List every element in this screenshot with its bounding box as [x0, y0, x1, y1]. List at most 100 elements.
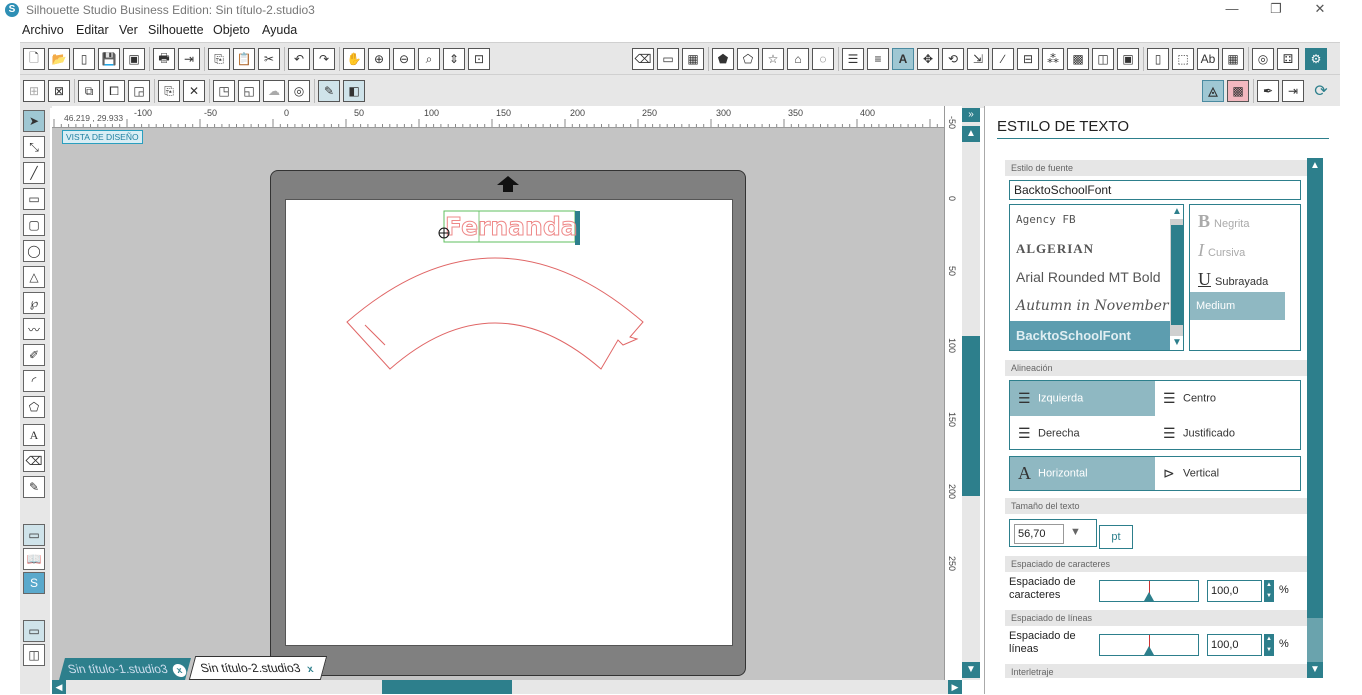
- knife-icon[interactable]: ✎: [318, 80, 340, 102]
- font-item-backtoschool[interactable]: BacktoSchoolFont: [1010, 321, 1170, 350]
- page-setup-icon[interactable]: ▭: [657, 48, 679, 70]
- undo-icon[interactable]: ↶: [288, 48, 310, 70]
- offset-rings-icon[interactable]: ◎: [288, 80, 310, 102]
- text-tool-icon[interactable]: A: [23, 424, 45, 446]
- layout-grid-icon[interactable]: ▦: [1222, 48, 1244, 70]
- print-icon[interactable]: 🖶: [153, 48, 175, 70]
- cut-settings-icon[interactable]: ☰: [842, 48, 864, 70]
- text-style-icon[interactable]: A: [892, 48, 914, 70]
- scroll-up-icon[interactable]: ▲: [962, 126, 980, 142]
- shear-icon[interactable]: ∕: [992, 48, 1014, 70]
- tab-sin-titulo-2[interactable]: Sin título-2.studio3 x: [188, 656, 328, 681]
- text-size-dropdown-icon[interactable]: ▼: [1070, 526, 1081, 538]
- horizontal-scroll-thumb[interactable]: [382, 680, 512, 694]
- open-folder-icon[interactable]: 📂: [48, 48, 70, 70]
- font-ab-icon[interactable]: Ab: [1197, 48, 1219, 70]
- bring-to-front-icon[interactable]: ◳: [213, 80, 235, 102]
- knife-tool-icon[interactable]: ✎: [23, 476, 45, 498]
- single-view-icon[interactable]: ▭: [23, 620, 45, 642]
- edge-icon[interactable]: ◧: [343, 80, 365, 102]
- font-list-scrollbar[interactable]: ▲ ▼: [1170, 205, 1183, 350]
- horizontal-button[interactable]: A Horizontal: [1010, 457, 1155, 490]
- make-compound-icon[interactable]: ⧉: [78, 80, 100, 102]
- send-to-back-icon[interactable]: ◱: [238, 80, 260, 102]
- save-icon[interactable]: 💾: [98, 48, 120, 70]
- panel-scroll-thumb[interactable]: [1307, 618, 1323, 662]
- fit-to-page-icon[interactable]: ⊡: [468, 48, 490, 70]
- menu-editar[interactable]: Editar: [76, 23, 109, 37]
- zoom-out-icon[interactable]: ⊖: [393, 48, 415, 70]
- curve-tool-icon[interactable]: ℘: [23, 292, 45, 314]
- cut-view-icon[interactable]: ▩: [1227, 80, 1249, 102]
- library-book-icon[interactable]: 📖: [23, 548, 45, 570]
- medium-option[interactable]: Medium: [1190, 292, 1285, 320]
- font-item-arial-rounded[interactable]: Arial Rounded MT Bold: [1010, 263, 1170, 292]
- line-color-icon[interactable]: ⌂: [787, 48, 809, 70]
- line-tool-icon[interactable]: ╱: [23, 162, 45, 184]
- design-page-icon[interactable]: ▭: [23, 524, 45, 546]
- scroll-left-icon[interactable]: ◀: [52, 680, 66, 694]
- bold-option[interactable]: B Negrita: [1198, 211, 1249, 232]
- cut-lines-icon[interactable]: ≡: [867, 48, 889, 70]
- ellipse-tool-icon[interactable]: ◯: [23, 240, 45, 262]
- rotate-icon[interactable]: ⟲: [942, 48, 964, 70]
- font-scroll-thumb[interactable]: [1171, 225, 1183, 325]
- menu-silhouette[interactable]: Silhouette: [148, 23, 204, 37]
- cut-icon[interactable]: ✂: [258, 48, 280, 70]
- redo-icon[interactable]: ↷: [313, 48, 335, 70]
- modify-icon[interactable]: ▩: [1067, 48, 1089, 70]
- rectangle-tool-icon[interactable]: ▭: [23, 188, 45, 210]
- rhinestone-icon[interactable]: ◎: [1252, 48, 1274, 70]
- align-center-button[interactable]: ☰ Centro: [1155, 381, 1300, 416]
- font-name-input[interactable]: BacktoSchoolFont: [1009, 180, 1301, 200]
- italic-option[interactable]: I Cursiva: [1198, 240, 1245, 261]
- offset-icon[interactable]: ◫: [1092, 48, 1114, 70]
- scroll-right-icon[interactable]: ▶: [948, 680, 962, 694]
- menu-objeto[interactable]: Objeto: [213, 23, 250, 37]
- zoom-drag-icon[interactable]: ⇕: [443, 48, 465, 70]
- canvas-vertical-scrollbar[interactable]: » ▲ ▼: [962, 106, 980, 680]
- zoom-in-icon[interactable]: ⊕: [368, 48, 390, 70]
- settings-gear-icon[interactable]: ⚙: [1305, 48, 1327, 70]
- font-scroll-up-icon[interactable]: ▲: [1170, 205, 1183, 219]
- grid-icon[interactable]: ▦: [682, 48, 704, 70]
- font-item-algerian[interactable]: ALGERIAN: [1010, 234, 1170, 263]
- eraser-icon[interactable]: ⌫: [632, 48, 654, 70]
- close-tab-icon[interactable]: x: [305, 659, 316, 681]
- vertical-scroll-thumb[interactable]: [962, 336, 980, 496]
- pixscan-icon[interactable]: ⚃: [1277, 48, 1299, 70]
- align-icon[interactable]: ⊟: [1017, 48, 1039, 70]
- zoom-select-icon[interactable]: ⌕: [418, 48, 440, 70]
- sketch-icon[interactable]: ▯: [1147, 48, 1169, 70]
- menu-ayuda[interactable]: Ayuda: [262, 23, 297, 37]
- save-as-icon[interactable]: ▣: [123, 48, 145, 70]
- design-shapes[interactable]: Fernanda: [285, 199, 733, 399]
- replicate-icon[interactable]: ⁂: [1042, 48, 1064, 70]
- line-spacing-spinner-icon[interactable]: ▲ ▼: [1264, 634, 1274, 656]
- send-icon[interactable]: ⇥: [1282, 80, 1304, 102]
- panel-scroll-down-icon[interactable]: ▼: [1307, 662, 1323, 678]
- close-tab-icon[interactable]: x: [171, 664, 189, 677]
- line-spacing-slider[interactable]: [1099, 634, 1199, 656]
- fill-color-icon[interactable]: ⬟: [712, 48, 734, 70]
- unit-button[interactable]: pt: [1099, 525, 1133, 549]
- close-button[interactable]: ✕: [1298, 0, 1342, 20]
- scroll-down-icon[interactable]: ▼: [962, 662, 980, 678]
- delete-icon[interactable]: ✕: [183, 80, 205, 102]
- select-arrow-icon[interactable]: ➤: [23, 110, 45, 132]
- paste-icon[interactable]: 📋: [233, 48, 255, 70]
- ungroup-icon[interactable]: ⊠: [48, 80, 70, 102]
- design-view-icon[interactable]: ◬: [1202, 80, 1224, 102]
- weld-icon[interactable]: ☁: [263, 80, 285, 102]
- nesting-icon[interactable]: ⬚: [1172, 48, 1194, 70]
- underline-option[interactable]: U Subrayada: [1198, 269, 1268, 290]
- eraser-tool-icon[interactable]: ⌫: [23, 450, 45, 472]
- maximize-button[interactable]: ❐: [1254, 0, 1298, 20]
- duplicate-icon[interactable]: ⎘: [158, 80, 180, 102]
- silhouette-store-icon[interactable]: S: [23, 572, 45, 594]
- regular-polygon-icon[interactable]: ⬠: [23, 396, 45, 418]
- minimize-button[interactable]: —: [1210, 0, 1254, 20]
- align-left-button[interactable]: ☰ Izquierda: [1010, 381, 1155, 416]
- text-size-input[interactable]: 56,70: [1014, 524, 1064, 544]
- transform-icon[interactable]: ✥: [917, 48, 939, 70]
